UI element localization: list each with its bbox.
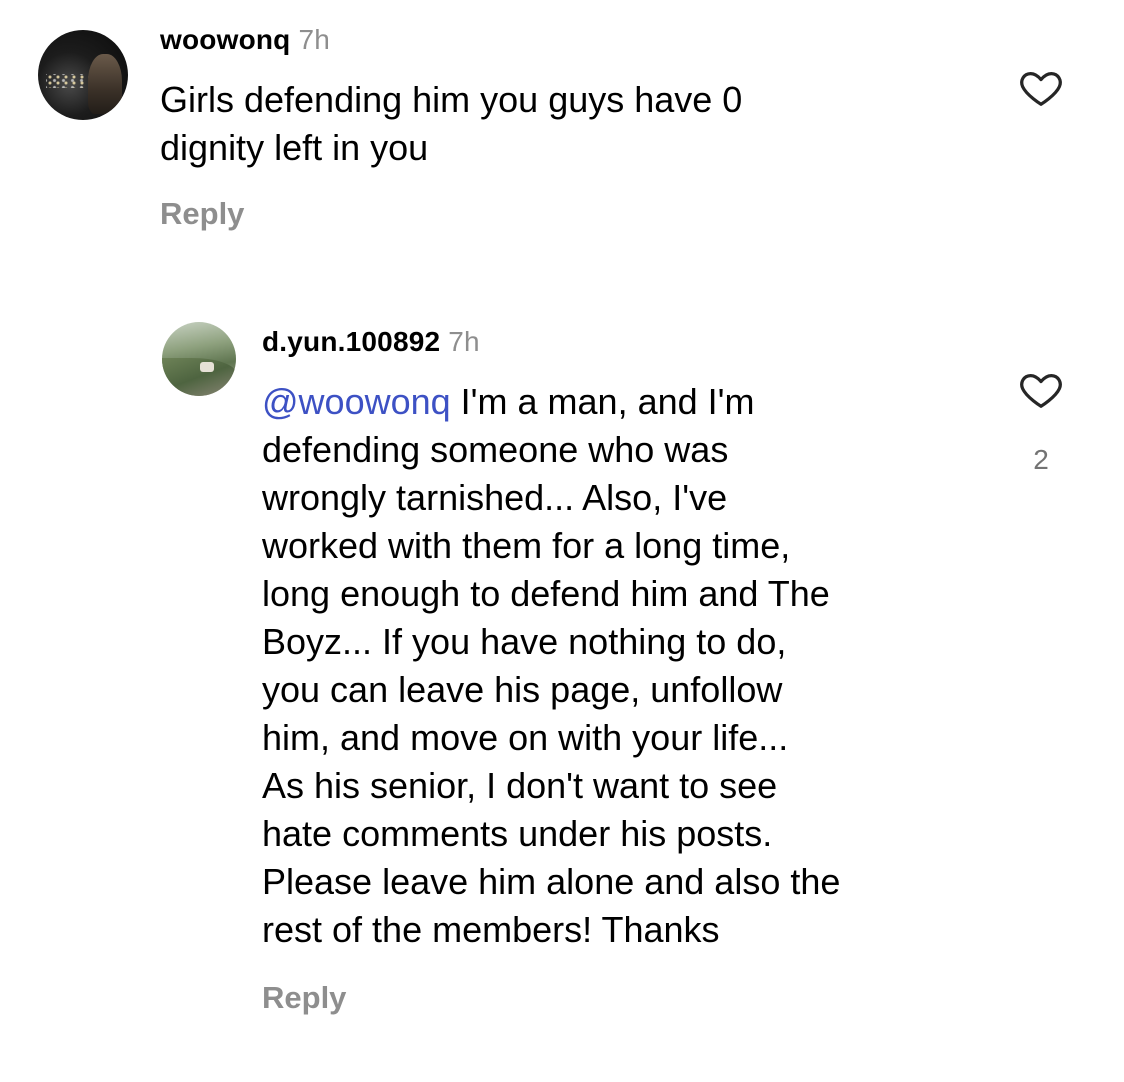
reply-button[interactable]: Reply — [160, 196, 244, 232]
comment-body: I'm a man, and I'm defending someone who… — [262, 381, 841, 950]
avatar[interactable] — [38, 30, 128, 120]
reply-button[interactable]: Reply — [262, 980, 346, 1016]
comment-username[interactable]: d.yun.100892 7h — [262, 326, 480, 358]
username-text[interactable]: woowonq — [160, 24, 290, 55]
avatar[interactable] — [162, 322, 236, 396]
avatar-person — [200, 362, 214, 372]
avatar-landscape — [162, 358, 236, 396]
comment-text: @woowonq I'm a man, and I'm defending so… — [262, 378, 1022, 954]
like-count[interactable]: 2 — [1016, 444, 1066, 476]
mention-link[interactable]: @woowonq — [262, 381, 451, 422]
comment-timestamp: 7h — [448, 326, 480, 357]
comment-timestamp: 7h — [298, 24, 331, 55]
username-text[interactable]: d.yun.100892 — [262, 326, 440, 357]
comment-text: Girls defending him you guys have 0 dign… — [160, 79, 743, 168]
comment: woowonq 7h Girls defending him you guys h… — [0, 0, 1124, 260]
avatar-figure — [88, 54, 122, 114]
reply-comment: d.yun.100892 7h @woowonq I'm a man, and I… — [0, 300, 1124, 1060]
comment-username[interactable]: woowonq 7h — [160, 24, 330, 56]
heart-outline-icon[interactable] — [1016, 64, 1066, 110]
heart-outline-icon[interactable] — [1016, 366, 1066, 412]
